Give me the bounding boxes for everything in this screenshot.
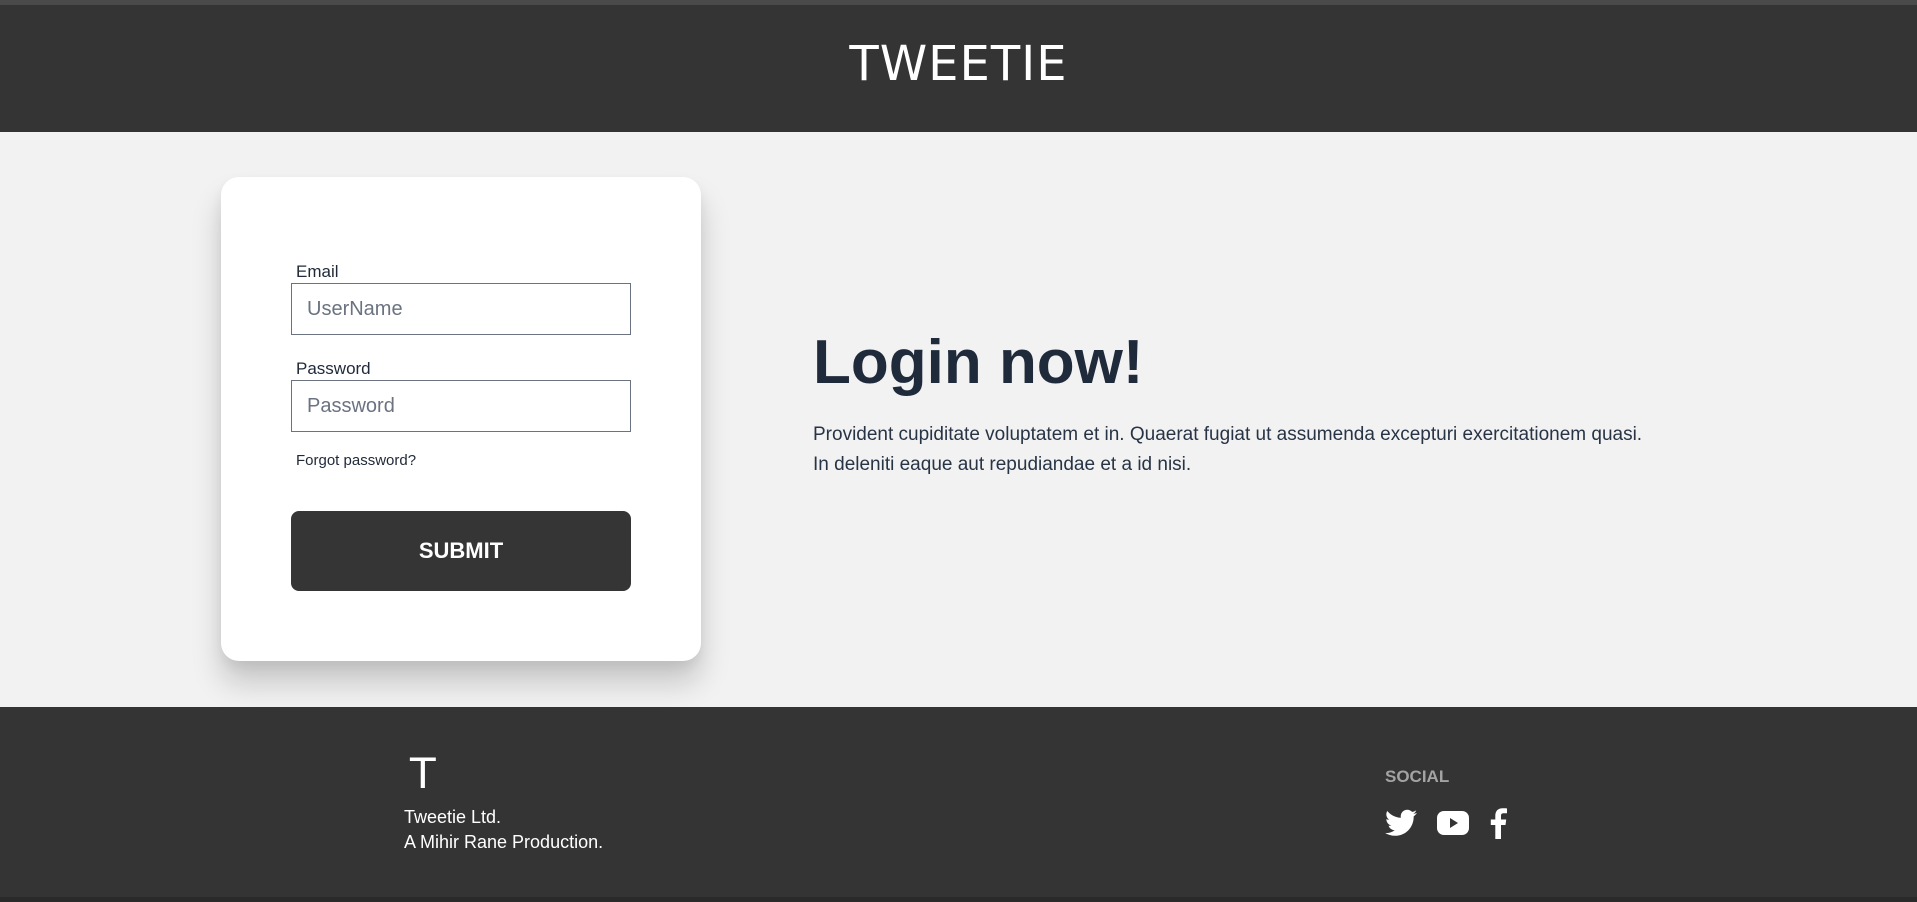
- page-title: Login now!: [813, 328, 1144, 397]
- youtube-icon[interactable]: [1437, 811, 1469, 835]
- hero-description: Provident cupiditate voluptatem et in. Q…: [813, 424, 1643, 475]
- twitter-icon[interactable]: [1385, 809, 1417, 837]
- top-navbar: TWEETIE: [0, 5, 1917, 132]
- company-name: Tweetie Ltd.: [404, 807, 502, 827]
- company-tagline: A Mihir Rane Production.: [404, 832, 604, 852]
- bottom-border: [0, 897, 1917, 902]
- submit-button[interactable]: SUBMIT: [291, 511, 631, 591]
- footer-logo[interactable]: T: [410, 749, 436, 798]
- email-field[interactable]: [291, 283, 631, 335]
- login-card: Email Password Forgot password? SUBMIT: [221, 177, 701, 661]
- facebook-icon[interactable]: [1489, 807, 1507, 839]
- footer-company-info: Tweetie Ltd. A Mihir Rane Production.: [404, 805, 603, 855]
- password-field[interactable]: [291, 380, 631, 432]
- password-label: Password: [296, 359, 371, 378]
- email-label: Email: [296, 262, 339, 281]
- site-footer: T Tweetie Ltd. A Mihir Rane Production. …: [0, 707, 1917, 897]
- hero-section: Email Password Forgot password? SUBMIT L…: [0, 132, 1917, 707]
- forgot-password-link[interactable]: Forgot password?: [296, 452, 416, 469]
- brand-title[interactable]: TWEETIE: [849, 36, 1067, 92]
- social-heading: SOCIAL: [1385, 767, 1450, 786]
- social-links: [1385, 807, 1507, 839]
